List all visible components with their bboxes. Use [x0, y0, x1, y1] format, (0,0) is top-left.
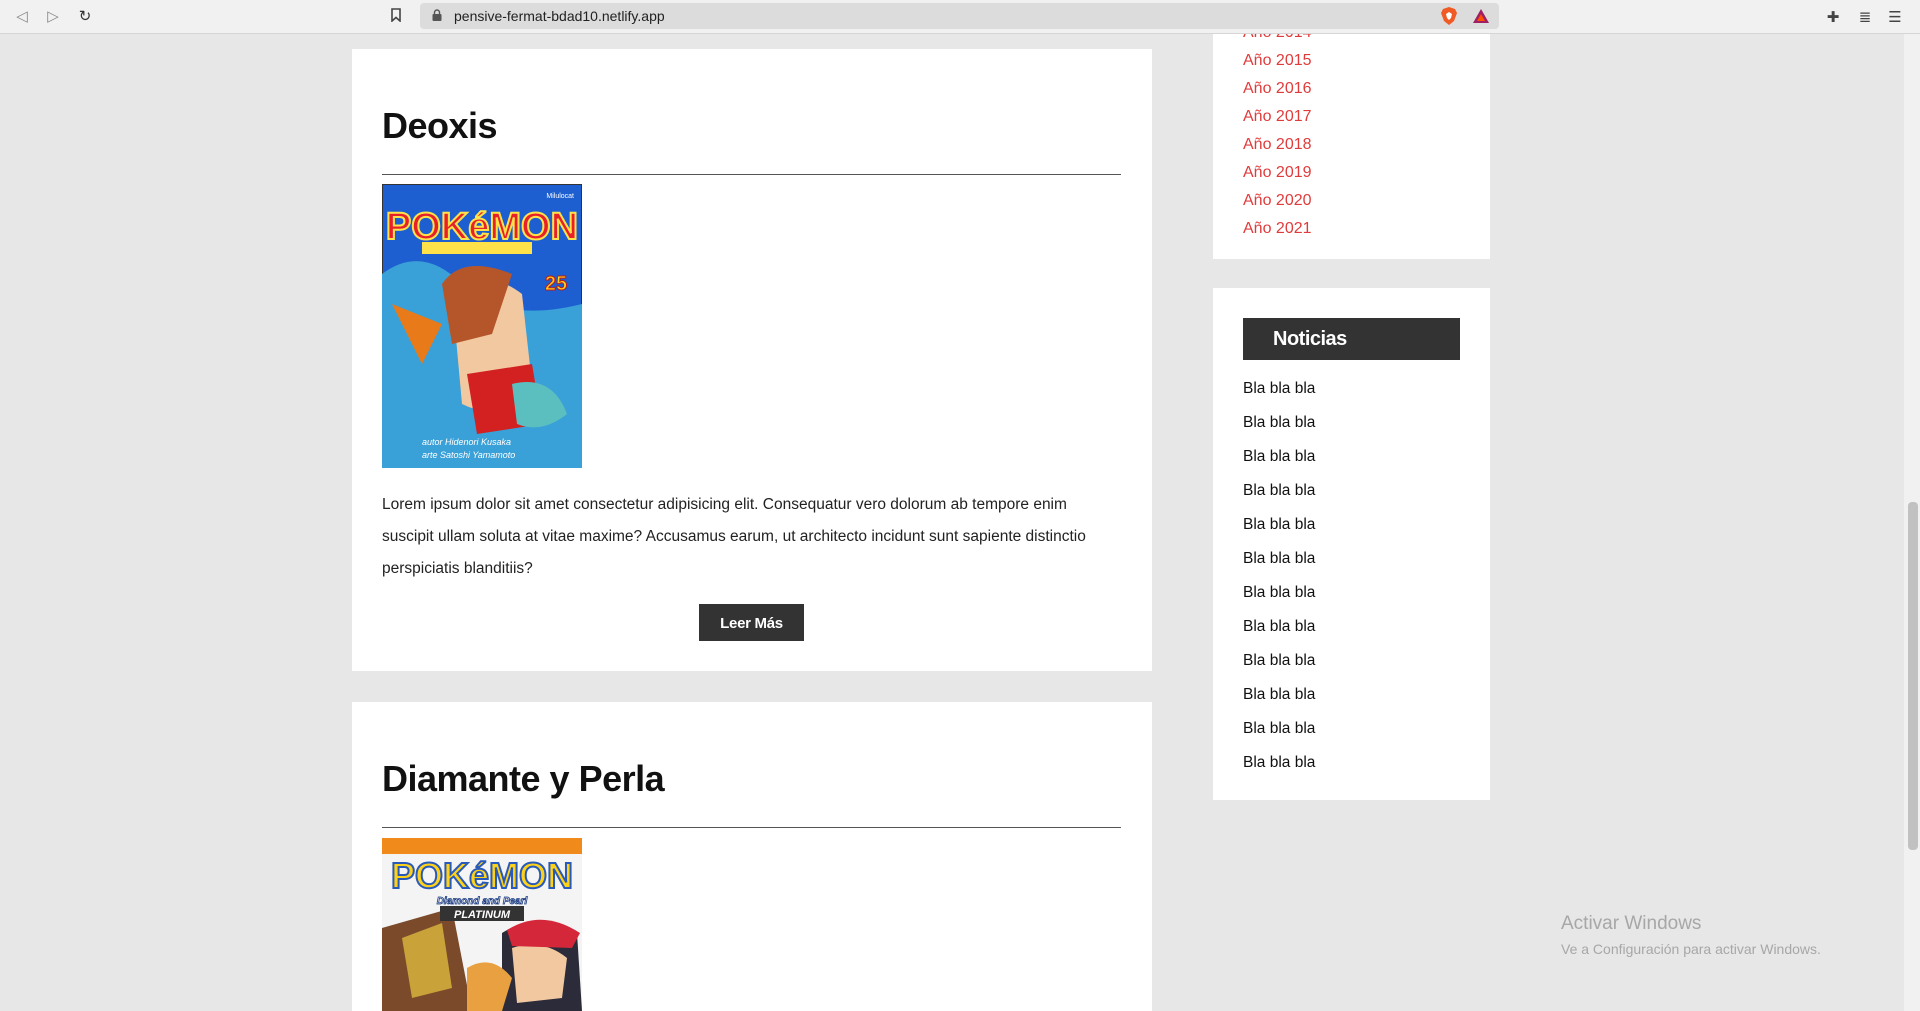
reload-icon[interactable]: ↻ [76, 7, 94, 25]
title-divider [382, 827, 1121, 828]
news-item[interactable]: Bla bla bla [1243, 712, 1315, 746]
archive-year-link[interactable]: Año 2018 [1243, 131, 1312, 159]
windows-activation-text: Ve a Configuración para activar Windows. [1561, 941, 1821, 957]
forward-icon[interactable]: ▷ [44, 7, 62, 25]
archive-year-link[interactable]: Año 2017 [1243, 103, 1312, 131]
news-item[interactable]: Bla bla bla [1243, 440, 1315, 474]
archive-year-link[interactable]: Año 2021 [1243, 215, 1312, 243]
archive-year-link[interactable]: Año 2015 [1243, 47, 1312, 75]
extensions-icon[interactable]: ✚ [1823, 7, 1843, 27]
post-title: Deoxis [382, 105, 498, 146]
post-cover-image[interactable]: POKéMON 25 Milulocat autor Hidenori Kusa… [382, 184, 582, 468]
cover-subtitle: Diamond and Pearl [437, 896, 528, 907]
brave-shield-icon[interactable] [1440, 6, 1458, 26]
news-item[interactable]: Bla bla bla [1243, 372, 1315, 406]
cover-publisher: Milulocat [546, 193, 574, 200]
cover-credit-2: arte Satoshi Yamamoto [422, 450, 515, 460]
lock-icon [432, 9, 442, 21]
post-excerpt: Lorem ipsum dolor sit amet consectetur a… [382, 496, 1086, 577]
archive-year-link[interactable]: Año 2016 [1243, 75, 1312, 103]
playlist-icon[interactable]: ≣ [1855, 7, 1875, 27]
news-item[interactable]: Bla bla bla [1243, 474, 1315, 508]
bookmark-icon[interactable] [391, 8, 401, 22]
news-item[interactable]: Bla bla bla [1243, 406, 1315, 440]
browser-toolbar: ◁ ▷ ↻ pensive-fermat-bdad10.netlify.app … [0, 0, 1920, 34]
archive-list: Año 2014 Año 2015 Año 2016 Año 2017 Año … [1243, 34, 1312, 243]
post-card: Diamante y Perla POKéMON Diamond and Pea… [352, 702, 1152, 1011]
news-list: Bla bla bla Bla bla bla Bla bla bla Bla … [1243, 372, 1315, 780]
windows-activation-title: Activar Windows [1561, 913, 1702, 934]
url-text: pensive-fermat-bdad10.netlify.app [454, 8, 665, 24]
archive-widget: Año 2014 Año 2015 Año 2016 Año 2017 Año … [1213, 34, 1490, 259]
cover-credit-1: autor Hidenori Kusaka [422, 437, 511, 447]
cover-logo: POKéMON [386, 206, 578, 248]
read-more-button[interactable]: Leer Más [699, 604, 804, 641]
cover-logo: POKéMON [391, 855, 573, 896]
news-item[interactable]: Bla bla bla [1243, 610, 1315, 644]
post-card: Deoxis POKéMON 25 Milulocat autor Hideno… [352, 49, 1152, 671]
news-item[interactable]: Bla bla bla [1243, 576, 1315, 610]
scrollbar-thumb[interactable] [1908, 502, 1918, 850]
title-divider [382, 174, 1121, 175]
news-heading-label: Noticias [1273, 328, 1347, 350]
brave-rewards-icon[interactable] [1472, 8, 1490, 24]
news-item[interactable]: Bla bla bla [1243, 678, 1315, 712]
archive-year-link[interactable]: Año 2019 [1243, 159, 1312, 187]
archive-year-link[interactable]: Año 2020 [1243, 187, 1312, 215]
back-icon[interactable]: ◁ [13, 7, 31, 25]
post-title: Diamante y Perla [382, 758, 665, 799]
news-item[interactable]: Bla bla bla [1243, 542, 1315, 576]
news-widget: Noticias Bla bla bla Bla bla bla Bla bla… [1213, 288, 1490, 800]
news-item[interactable]: Bla bla bla [1243, 746, 1315, 780]
post-cover-image[interactable]: POKéMON Diamond and Pearl PLATINUM [382, 838, 582, 1011]
news-item[interactable]: Bla bla bla [1243, 508, 1315, 542]
archive-year-link[interactable]: Año 2014 [1243, 34, 1312, 47]
page-scrollbar[interactable] [1904, 34, 1920, 1011]
cover-edition: PLATINUM [454, 909, 511, 921]
news-item[interactable]: Bla bla bla [1243, 644, 1315, 678]
address-bar[interactable]: pensive-fermat-bdad10.netlify.app [420, 3, 1499, 29]
news-heading: Noticias [1243, 318, 1460, 360]
cover-badge: 25 [545, 273, 567, 295]
menu-icon[interactable]: ☰ [1885, 7, 1905, 27]
